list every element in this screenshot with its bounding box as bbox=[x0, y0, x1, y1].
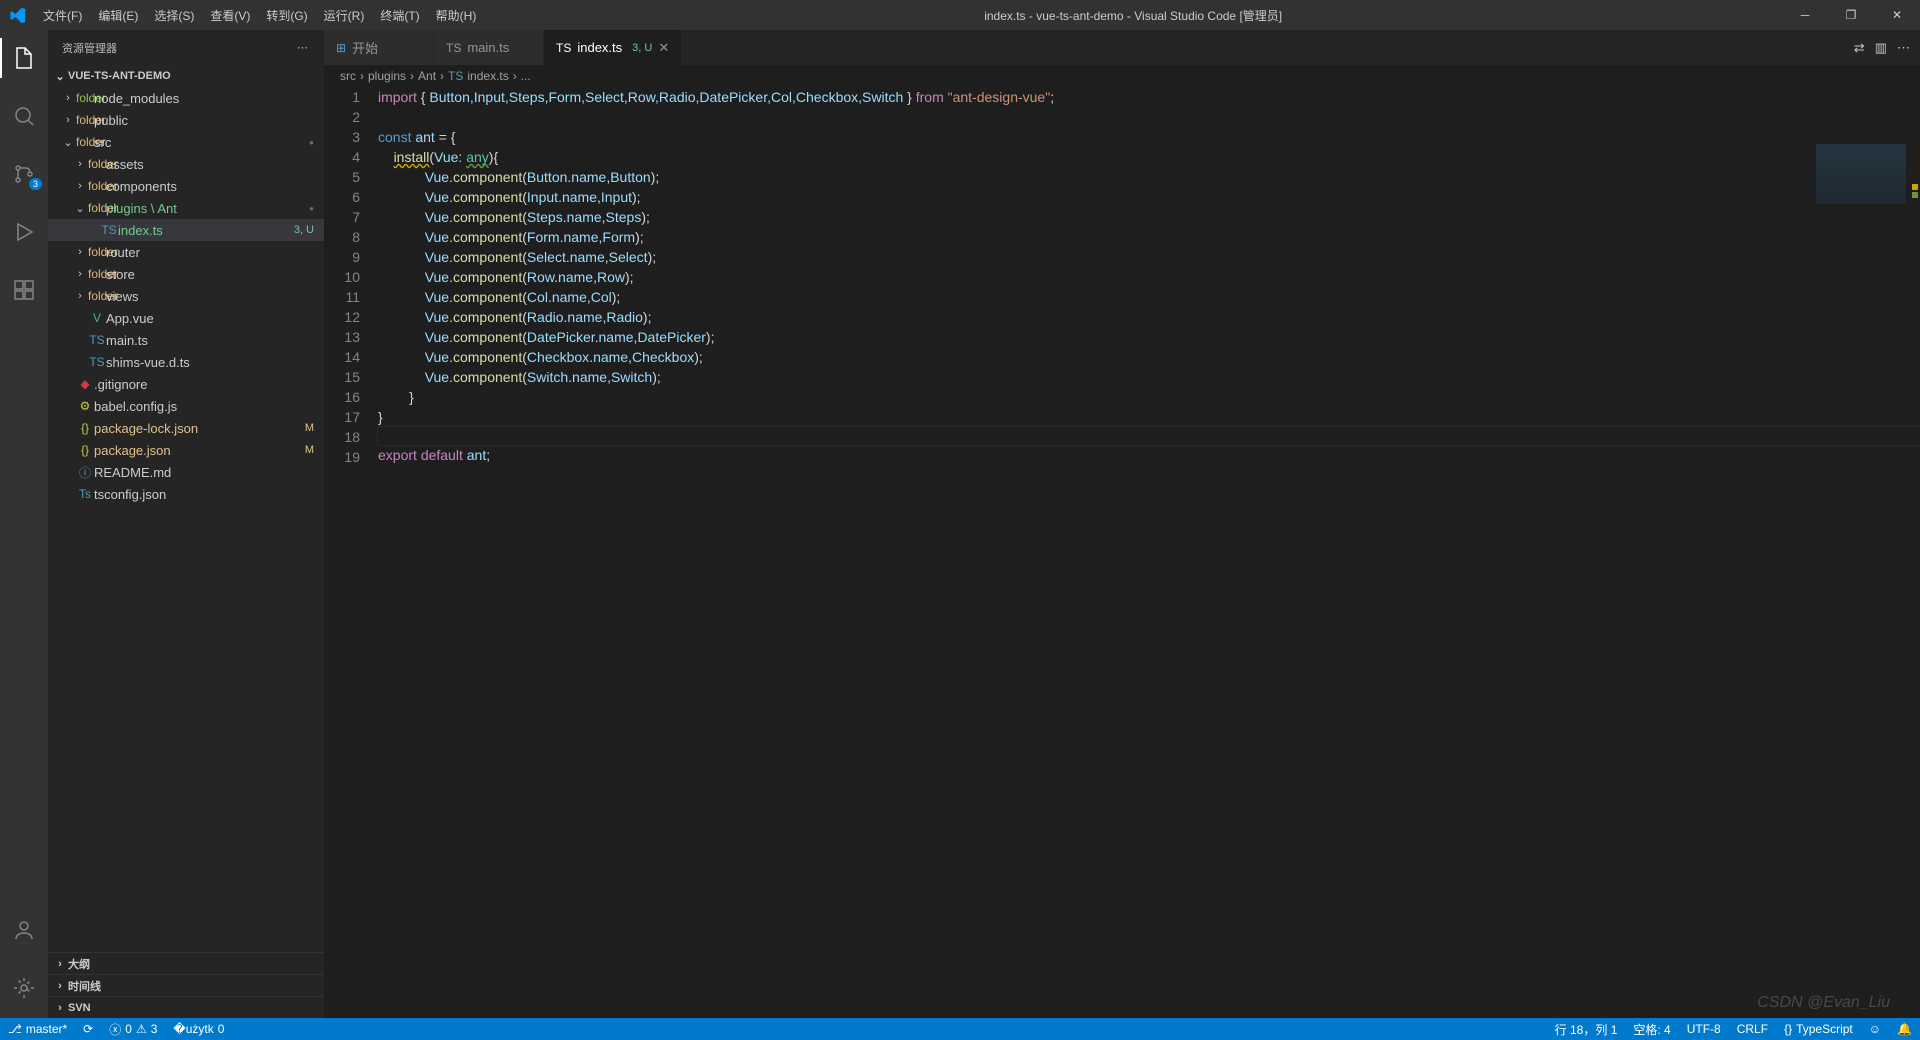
feedback-icon[interactable]: ☺ bbox=[1861, 1021, 1889, 1038]
tree-item[interactable]: TSindex.ts3, U bbox=[48, 219, 324, 241]
compare-icon[interactable]: ⇄ bbox=[1854, 40, 1865, 56]
editor-tab[interactable]: TSindex.ts3, U✕ bbox=[544, 30, 682, 65]
tree-item[interactable]: ›folderassets bbox=[48, 153, 324, 175]
tree-item[interactable]: ⓘREADME.md bbox=[48, 461, 324, 483]
problems[interactable]: ⓧ 0 ⚠ 3 bbox=[101, 1021, 165, 1038]
port[interactable]: �użytk 0 bbox=[165, 1022, 232, 1036]
tree-item[interactable]: ›folderpublic bbox=[48, 109, 324, 131]
tree-item[interactable]: ›foldernode_modules bbox=[48, 87, 324, 109]
cursor-position[interactable]: 行 18，列 1 bbox=[1547, 1021, 1626, 1038]
outline-section[interactable]: ›大纲 bbox=[48, 952, 324, 974]
explorer-icon[interactable] bbox=[0, 38, 48, 78]
tree-item[interactable]: ◆.gitignore bbox=[48, 373, 324, 395]
timeline-section[interactable]: ›时间线 bbox=[48, 974, 324, 996]
source-control-icon[interactable]: 3 bbox=[0, 154, 48, 194]
extensions-icon[interactable] bbox=[0, 270, 48, 310]
split-editor-icon[interactable]: ▥ bbox=[1875, 40, 1887, 56]
menu-item[interactable]: 文件(F) bbox=[35, 7, 90, 24]
editor-tab[interactable]: TSmain.ts bbox=[434, 30, 544, 65]
run-debug-icon[interactable] bbox=[0, 212, 48, 252]
menu-item[interactable]: 运行(R) bbox=[316, 7, 373, 24]
status-bar: ⎇ master* ⟳ ⓧ 0 ⚠ 3 �użytk 0 行 18，列 1 空格… bbox=[0, 1018, 1920, 1040]
file-tree: ›foldernode_modules›folderpublic⌄folders… bbox=[48, 87, 324, 952]
tree-item[interactable]: ›folderviews bbox=[48, 285, 324, 307]
language-mode[interactable]: {} TypeScript bbox=[1776, 1021, 1861, 1038]
search-icon[interactable] bbox=[0, 96, 48, 136]
minimize-button[interactable]: ─ bbox=[1782, 0, 1828, 30]
tree-item[interactable]: ›foldercomponents bbox=[48, 175, 324, 197]
git-branch[interactable]: ⎇ master* bbox=[0, 1022, 75, 1036]
sidebar-title: 资源管理器 ⋯ bbox=[48, 30, 324, 65]
sync-icon[interactable]: ⟳ bbox=[75, 1022, 101, 1036]
indentation[interactable]: 空格: 4 bbox=[1625, 1021, 1678, 1038]
main-menu: 文件(F)编辑(E)选择(S)查看(V)转到(G)运行(R)终端(T)帮助(H) bbox=[35, 7, 484, 24]
editor-tabs: ⊞开始TSmain.tsTSindex.ts3, U✕ ⇄ ▥ ⋯ bbox=[324, 30, 1920, 65]
tree-item[interactable]: ⚙babel.config.js bbox=[48, 395, 324, 417]
tree-item[interactable]: VApp.vue bbox=[48, 307, 324, 329]
tree-item[interactable]: ›folderstore bbox=[48, 263, 324, 285]
tree-item[interactable]: TSshims-vue.d.ts bbox=[48, 351, 324, 373]
tree-item[interactable]: ⌄folderplugins \ Ant bbox=[48, 197, 324, 219]
tree-item[interactable]: ›folderrouter bbox=[48, 241, 324, 263]
menu-item[interactable]: 编辑(E) bbox=[90, 7, 146, 24]
watermark: CSDN @Evan_Liu bbox=[1757, 994, 1890, 1012]
menu-item[interactable]: 终端(T) bbox=[372, 7, 427, 24]
editor-tab[interactable]: ⊞开始 bbox=[324, 30, 434, 65]
settings-gear-icon[interactable] bbox=[0, 968, 48, 1008]
menu-item[interactable]: 转到(G) bbox=[258, 7, 315, 24]
editor-area: ⊞开始TSmain.tsTSindex.ts3, U✕ ⇄ ▥ ⋯ src›pl… bbox=[324, 30, 1920, 1018]
explorer-sidebar: 资源管理器 ⋯ ⌄VUE-TS-ANT-DEMO ›foldernode_mod… bbox=[48, 30, 324, 1018]
account-icon[interactable] bbox=[0, 910, 48, 950]
window-title: index.ts - vue-ts-ant-demo - Visual Stud… bbox=[484, 7, 1782, 24]
overview-ruler bbox=[1906, 144, 1920, 1018]
tree-item[interactable]: {}package-lock.jsonM bbox=[48, 417, 324, 439]
svn-section[interactable]: ›SVN bbox=[48, 996, 324, 1018]
menu-item[interactable]: 查看(V) bbox=[202, 7, 258, 24]
eol[interactable]: CRLF bbox=[1729, 1021, 1776, 1038]
line-numbers: 12345678910111213141516171819 bbox=[324, 87, 378, 1018]
tree-item[interactable]: {}package.jsonM bbox=[48, 439, 324, 461]
activity-bar: 3 bbox=[0, 30, 48, 1018]
project-header[interactable]: ⌄VUE-TS-ANT-DEMO bbox=[48, 65, 324, 87]
scm-badge: 3 bbox=[29, 178, 42, 190]
encoding[interactable]: UTF-8 bbox=[1679, 1021, 1729, 1038]
more-icon[interactable]: ⋯ bbox=[1897, 40, 1910, 56]
minimap[interactable] bbox=[1816, 144, 1906, 204]
close-button[interactable]: ✕ bbox=[1874, 0, 1920, 30]
title-bar: 文件(F)编辑(E)选择(S)查看(V)转到(G)运行(R)终端(T)帮助(H)… bbox=[0, 0, 1920, 30]
notifications-icon[interactable]: 🔔 bbox=[1889, 1021, 1920, 1038]
more-actions-icon[interactable]: ⋯ bbox=[297, 41, 310, 54]
menu-item[interactable]: 帮助(H) bbox=[428, 7, 485, 24]
tree-item[interactable]: Tstsconfig.json bbox=[48, 483, 324, 505]
menu-item[interactable]: 选择(S) bbox=[146, 7, 202, 24]
tree-item[interactable]: ⌄foldersrc bbox=[48, 131, 324, 153]
code-editor[interactable]: 12345678910111213141516171819 import { B… bbox=[324, 87, 1920, 1018]
maximize-button[interactable]: ❐ bbox=[1828, 0, 1874, 30]
tree-item[interactable]: TSmain.ts bbox=[48, 329, 324, 351]
breadcrumbs[interactable]: src›plugins›Ant›TS index.ts›... bbox=[324, 65, 1920, 87]
vscode-logo-icon bbox=[0, 7, 35, 24]
